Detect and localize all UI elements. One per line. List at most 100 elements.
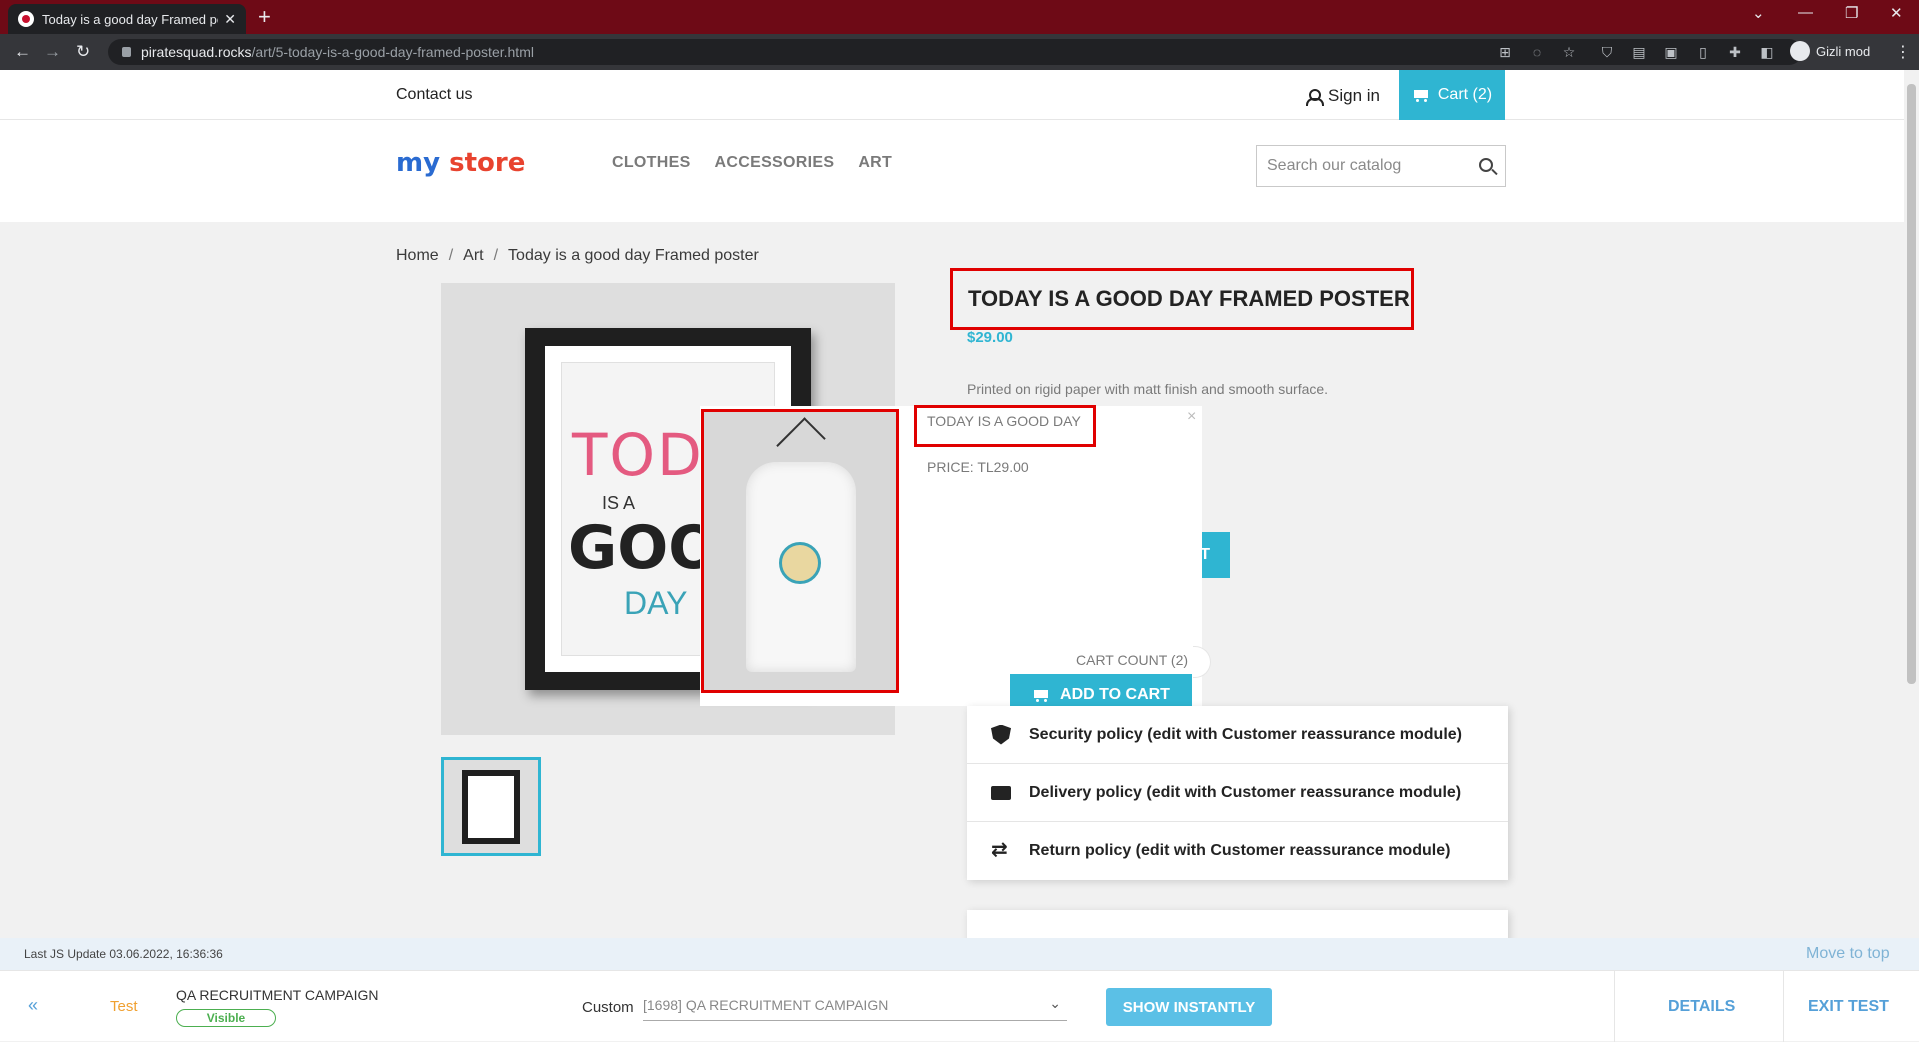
details-button[interactable]: DETAILS: [1668, 998, 1735, 1016]
product-tabs-card: [967, 910, 1508, 938]
eye-off-icon[interactable]: ◌: [1528, 43, 1546, 61]
reassurance-label: Delivery policy (edit with Customer reas…: [1029, 783, 1462, 801]
restore-icon[interactable]: ❐: [1845, 4, 1858, 22]
qa-test-panel: « Test QA RECRUITMENT CAMPAIGN Visible C…: [0, 970, 1919, 1042]
profile-label: Gizli mod: [1816, 43, 1871, 59]
search-placeholder: Search our catalog: [1267, 157, 1402, 174]
store-logo[interactable]: my store: [396, 148, 525, 178]
popup-cart-count: CART COUNT (2): [1076, 652, 1189, 668]
reassurance-item-security: Security policy (edit with Customer reas…: [967, 706, 1508, 764]
reassurance-label: Return policy (edit with Customer reassu…: [1029, 842, 1451, 859]
poster-text-good: GOO: [568, 513, 720, 583]
close-window-icon[interactable]: ✕: [1890, 4, 1903, 22]
popup-product-price: PRICE: TL29.00: [927, 459, 1029, 475]
sidepanel-icon[interactable]: ◧: [1758, 43, 1776, 61]
phone-icon[interactable]: ▯: [1694, 43, 1712, 61]
campaign-name: QA RECRUITMENT CAMPAIGN: [176, 987, 379, 1003]
breadcrumb-separator: /: [448, 247, 454, 264]
sign-in-link[interactable]: Sign in: [1306, 86, 1380, 106]
star-icon[interactable]: ☆: [1560, 43, 1578, 61]
translate-icon[interactable]: ⊞: [1496, 43, 1514, 61]
reassurance-label: Security policy (edit with Customer reas…: [1029, 725, 1462, 743]
popup-edge-tab: [1193, 646, 1211, 678]
browser-tab[interactable]: Today is a good day Framed post ✕: [8, 4, 246, 34]
user-icon: [1306, 89, 1324, 106]
main-nav: CLOTHES ACCESSORIES ART: [612, 154, 892, 172]
sign-in-label: Sign in: [1328, 86, 1380, 105]
lock-icon: [122, 47, 131, 57]
cart-label: Cart (2): [1437, 86, 1493, 103]
divider: [1614, 971, 1615, 1042]
back-icon[interactable]: ←: [14, 42, 31, 62]
extension-icon[interactable]: ▣: [1662, 43, 1680, 61]
thumbnail-frame: [462, 770, 520, 844]
breadcrumb-current: Today is a good day Framed poster: [508, 247, 759, 264]
product-price: $29.00: [967, 329, 1013, 346]
nav-accessories[interactable]: ACCESSORIES: [715, 154, 835, 172]
reassurance-item-delivery: Delivery policy (edit with Customer reas…: [967, 764, 1508, 822]
incognito-profile[interactable]: Gizli mod: [1790, 41, 1870, 61]
exit-test-button[interactable]: EXIT TEST: [1808, 998, 1889, 1016]
poster-text-is-a: IS A: [602, 493, 636, 513]
cart-button[interactable]: Cart (2): [1399, 70, 1505, 120]
product-title: TODAY IS A GOOD DAY FRAMED POSTER: [950, 268, 1414, 330]
contact-link[interactable]: Contact us: [396, 86, 472, 104]
forward-icon[interactable]: →: [44, 42, 61, 62]
incognito-avatar-icon: [1790, 41, 1810, 61]
cart-icon: [1412, 88, 1430, 102]
poster-text-day: DAY: [624, 585, 688, 621]
shirt-image: [746, 462, 856, 672]
chevron-down-icon: ⌄: [1049, 995, 1061, 1011]
swap-icon: [991, 837, 1011, 862]
top-nav: Contact us Sign in Cart (2): [0, 70, 1904, 120]
test-label: Test: [110, 998, 138, 1015]
show-instantly-button[interactable]: SHOW INSTANTLY: [1106, 988, 1272, 1026]
omnibox-actions: ⊞ ◌ ☆: [1496, 43, 1578, 61]
campaign-select-value: [1698] QA RECRUITMENT CAMPAIGN: [643, 997, 889, 1013]
tab-search-chevron-icon[interactable]: ⌄: [1752, 4, 1765, 22]
breadcrumb-art[interactable]: Art: [463, 247, 483, 265]
browser-tab-bar: Today is a good day Framed post ✕ + ⌄ — …: [0, 0, 1919, 34]
campaign-select[interactable]: [1698] QA RECRUITMENT CAMPAIGN ⌄: [643, 989, 1067, 1021]
web-page: Contact us Sign in Cart (2) my store CLO…: [0, 70, 1904, 938]
recommendation-popup: TODAY IS A GOOD DAY PRICE: TL29.00 × CAR…: [700, 405, 1211, 716]
extensions-area: ⛉ ▤ ▣ ▯ ✚ ◧: [1598, 43, 1776, 61]
store-header: my store CLOTHES ACCESSORIES ART Search …: [0, 120, 1904, 222]
page-scrollbar[interactable]: [1904, 70, 1919, 938]
site-favicon-icon: [18, 11, 34, 27]
url-host: piratesquad.rocks: [141, 44, 252, 60]
nav-art[interactable]: ART: [858, 154, 892, 172]
reload-icon[interactable]: ↻: [76, 42, 90, 62]
url-path: /art/5-today-is-a-good-day-framed-poster…: [251, 44, 534, 60]
logo-part-my: my: [396, 148, 441, 178]
new-tab-icon[interactable]: +: [258, 4, 271, 30]
breadcrumb-home[interactable]: Home: [396, 247, 439, 265]
puzzle-icon[interactable]: ✚: [1726, 43, 1744, 61]
browser-menu-icon[interactable]: ⋮: [1895, 42, 1911, 62]
shield-extension-icon[interactable]: ⛉: [1598, 43, 1616, 61]
close-tab-icon[interactable]: ✕: [224, 11, 236, 28]
popup-product-image[interactable]: [701, 409, 899, 693]
visible-badge: Visible: [176, 1009, 276, 1027]
popup-close-icon[interactable]: ×: [1187, 408, 1196, 426]
search-icon[interactable]: [1479, 158, 1493, 172]
search-input[interactable]: Search our catalog: [1256, 145, 1506, 187]
collapse-panel-icon[interactable]: «: [28, 995, 38, 1016]
cart-icon: [1032, 688, 1050, 702]
breadcrumb-separator: /: [493, 247, 499, 264]
extension-icon[interactable]: ▤: [1630, 43, 1648, 61]
popup-product-name[interactable]: TODAY IS A GOOD DAY: [914, 405, 1096, 447]
product-thumbnail[interactable]: [441, 757, 541, 856]
truck-icon: [991, 785, 1011, 800]
reassurance-block: Security policy (edit with Customer reas…: [967, 706, 1508, 880]
scrollbar-thumb[interactable]: [1907, 84, 1916, 684]
hanger-icon: [776, 417, 826, 467]
nav-clothes[interactable]: CLOTHES: [612, 154, 691, 172]
logo-part-store: store: [449, 148, 526, 178]
reassurance-item-return: Return policy (edit with Customer reassu…: [967, 822, 1508, 880]
js-update-bar: Last JS Update 03.06.2022, 16:36:36 Move…: [0, 938, 1919, 970]
add-to-cart-label: ADD TO CART: [1060, 686, 1170, 703]
minimize-icon[interactable]: —: [1798, 4, 1813, 21]
move-to-top-link[interactable]: Move to top: [1806, 945, 1890, 963]
divider: [1783, 971, 1784, 1042]
